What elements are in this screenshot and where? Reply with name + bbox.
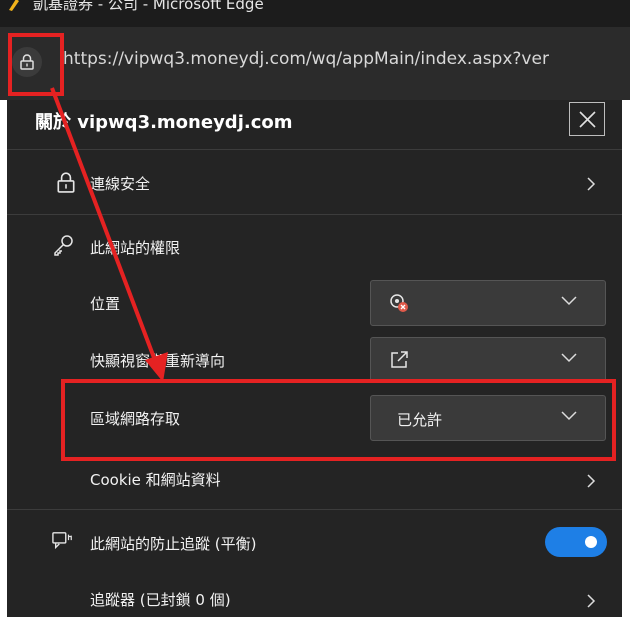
annotation-arrow	[50, 87, 168, 382]
